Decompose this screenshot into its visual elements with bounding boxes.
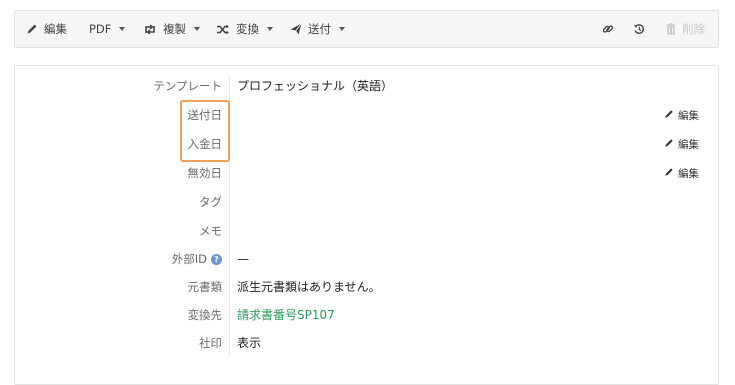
converted-to-row: 変換先 請求書番号SP107 [0, 305, 735, 325]
company-seal-label: 社印 [199, 336, 222, 350]
template-label: テンプレート [153, 79, 222, 93]
retweet-icon [143, 23, 157, 35]
external-id-label: 外部ID [171, 252, 207, 266]
pencil-icon [26, 23, 38, 35]
send-icon [290, 23, 302, 35]
chevron-down-icon [267, 27, 273, 31]
tags-row: タグ [0, 192, 735, 212]
payment-date-row: 入金日 編集 [0, 134, 735, 154]
pdf-dropdown[interactable]: PDF [89, 11, 126, 47]
delete-button[interactable]: 削除 [666, 11, 705, 47]
help-icon[interactable]: ? [211, 253, 222, 265]
company-seal-row: 社印 表示 [0, 333, 735, 353]
memo-row: メモ [0, 221, 735, 241]
void-date-row: 無効日 編集 [0, 163, 735, 183]
pencil-icon [664, 167, 674, 180]
convert-dropdown[interactable]: 変換 [216, 11, 273, 47]
toolbar: 編集 PDF 複製 変換 送付 削除 [14, 10, 719, 48]
edit-void-date-link[interactable]: 編集 [664, 163, 699, 183]
source-doc-value: 派生元書類はありません。 [237, 280, 381, 294]
memo-label: メモ [199, 224, 222, 238]
edit-sent-date-label: 編集 [678, 109, 699, 122]
edit-payment-date-link[interactable]: 編集 [664, 134, 699, 154]
template-row: テンプレート プロフェッショナル（英語） [0, 76, 735, 96]
payment-date-label: 入金日 [187, 137, 223, 151]
converted-to-link[interactable]: 請求書番号SP107 [237, 305, 335, 325]
shuffle-icon [216, 24, 230, 35]
external-id-value: — [237, 252, 249, 266]
converted-to-label: 変換先 [187, 308, 223, 322]
tags-label: タグ [199, 195, 222, 209]
edit-void-date-label: 編集 [678, 167, 699, 180]
pencil-icon [664, 109, 674, 122]
duplicate-dropdown-label: 複製 [163, 22, 186, 36]
pdf-dropdown-label: PDF [89, 22, 112, 36]
sent-date-label: 送付日 [187, 108, 223, 122]
pencil-icon [664, 138, 674, 151]
trash-icon [666, 23, 676, 35]
send-dropdown[interactable]: 送付 [290, 11, 345, 47]
history-icon[interactable] [630, 11, 648, 47]
void-date-label: 無効日 [187, 166, 223, 180]
delete-button-label: 削除 [682, 22, 705, 36]
external-id-label-group: 外部ID ? [172, 249, 222, 269]
edit-button[interactable]: 編集 [26, 11, 67, 47]
edit-sent-date-link[interactable]: 編集 [664, 105, 699, 125]
sent-date-row: 送付日 編集 [0, 105, 735, 125]
chevron-down-icon [194, 27, 200, 31]
template-value: プロフェッショナル（英語） [237, 79, 394, 93]
company-seal-value: 表示 [237, 336, 262, 350]
source-doc-row: 元書類 派生元書類はありません。 [0, 277, 735, 297]
send-dropdown-label: 送付 [308, 22, 331, 36]
link-icon[interactable] [599, 11, 617, 47]
external-id-row: 外部ID ? — [0, 249, 735, 269]
chevron-down-icon [339, 27, 345, 31]
edit-button-label: 編集 [44, 22, 67, 36]
chevron-down-icon [119, 27, 126, 31]
duplicate-dropdown[interactable]: 複製 [143, 11, 200, 47]
edit-payment-date-label: 編集 [678, 138, 699, 151]
convert-dropdown-label: 変換 [236, 22, 259, 36]
source-doc-label: 元書類 [187, 280, 223, 294]
